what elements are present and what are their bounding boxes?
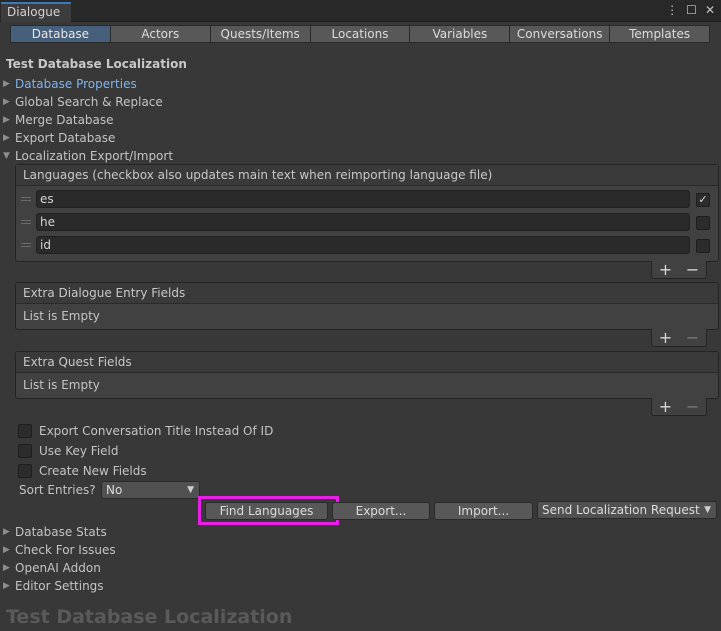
foldout-localization-export-import[interactable]: ▼ Localization Export/Import xyxy=(3,148,173,164)
sort-entries-label: Sort Entries? xyxy=(19,483,96,497)
expanded-arrow-icon: ▼ xyxy=(3,151,10,161)
languages-list-body: es ✓ he id xyxy=(16,186,718,259)
chevron-down-icon: ▼ xyxy=(187,485,194,495)
foldout-label: Editor Settings xyxy=(15,579,104,593)
collapsed-arrow-icon: ▶ xyxy=(3,545,10,555)
drag-handle-icon[interactable] xyxy=(21,220,31,224)
option-label: Use Key Field xyxy=(39,444,119,458)
window-controls: ⋮ ☐ ✕ xyxy=(666,3,715,17)
add-language-button[interactable]: + xyxy=(659,260,672,279)
extra-quest-fields-list: Extra Quest Fields List is Empty xyxy=(15,351,719,399)
foldout-database-properties[interactable]: ▶ Database Properties xyxy=(3,76,137,92)
list-empty-text: List is Empty xyxy=(23,378,100,392)
collapsed-arrow-icon: ▶ xyxy=(3,97,10,107)
foldout-export-database[interactable]: ▶ Export Database xyxy=(3,130,115,146)
option-export-conversation-title[interactable]: Export Conversation Title Instead Of ID xyxy=(18,423,273,439)
foldout-merge-database[interactable]: ▶ Merge Database xyxy=(3,112,114,128)
update-main-text-checkbox[interactable] xyxy=(696,216,710,230)
option-create-new-fields[interactable]: Create New Fields xyxy=(18,463,147,479)
tab-conversations[interactable]: Conversations xyxy=(509,25,610,43)
window-titlebar: Dialogue ⋮ ☐ ✕ xyxy=(0,0,721,22)
create-new-fields-checkbox[interactable] xyxy=(18,464,32,478)
kebab-menu-icon[interactable]: ⋮ xyxy=(666,3,678,17)
tab-actors[interactable]: Actors xyxy=(109,25,210,43)
tab-templates[interactable]: Templates xyxy=(609,25,711,43)
foldout-label: Merge Database xyxy=(15,113,114,127)
option-label: Create New Fields xyxy=(39,464,147,478)
checkmark-icon: ✓ xyxy=(698,193,708,206)
close-icon[interactable]: ✕ xyxy=(705,3,715,17)
window-tab-dialogue[interactable]: Dialogue xyxy=(1,2,71,22)
list-item: es ✓ xyxy=(16,188,718,211)
maximize-icon[interactable]: ☐ xyxy=(686,3,697,17)
update-main-text-checkbox[interactable]: ✓ xyxy=(696,193,710,207)
foldout-global-search-replace[interactable]: ▶ Global Search & Replace xyxy=(3,94,163,110)
extra-quest-fields-header: Extra Quest Fields xyxy=(16,352,718,373)
chevron-down-icon: ▼ xyxy=(704,505,711,515)
languages-list-header: Languages (checkbox also updates main te… xyxy=(16,165,718,186)
language-code-field[interactable]: he xyxy=(36,213,690,231)
tab-locations[interactable]: Locations xyxy=(309,25,410,43)
collapsed-arrow-icon: ▶ xyxy=(3,115,10,125)
drag-handle-icon[interactable] xyxy=(21,243,31,247)
remove-language-button[interactable]: − xyxy=(686,260,699,279)
sort-entries-value: No xyxy=(106,483,123,497)
language-code-field[interactable]: es xyxy=(36,190,690,208)
foldout-label: Global Search & Replace xyxy=(15,95,163,109)
export-title-checkbox[interactable] xyxy=(18,424,32,438)
tab-variables[interactable]: Variables xyxy=(409,25,510,43)
foldout-label: Localization Export/Import xyxy=(15,149,174,163)
foldout-database-stats[interactable]: ▶ Database Stats xyxy=(3,524,107,540)
extra-dialogue-entry-fields-header: Extra Dialogue Entry Fields xyxy=(16,283,718,304)
use-key-field-checkbox[interactable] xyxy=(18,444,32,458)
foldout-label: Database Stats xyxy=(15,525,107,539)
foldout-label: Export Database xyxy=(15,131,116,145)
extra-quest-fields-footer: + − xyxy=(651,397,707,416)
remove-dialogue-field-button[interactable]: − xyxy=(686,328,699,347)
option-label: Export Conversation Title Instead Of ID xyxy=(39,424,274,438)
foldout-editor-settings[interactable]: ▶ Editor Settings xyxy=(3,578,104,594)
find-languages-button[interactable]: Find Languages xyxy=(205,502,328,520)
collapsed-arrow-icon: ▶ xyxy=(3,581,10,591)
add-quest-field-button[interactable]: + xyxy=(659,397,672,416)
collapsed-arrow-icon: ▶ xyxy=(3,563,10,573)
collapsed-arrow-icon: ▶ xyxy=(3,79,10,89)
collapsed-arrow-icon: ▶ xyxy=(3,133,10,143)
editor-tab-bar: Database Actors Quests/Items Locations V… xyxy=(10,25,711,43)
collapsed-arrow-icon: ▶ xyxy=(3,527,10,537)
foldout-check-for-issues[interactable]: ▶ Check For Issues xyxy=(3,542,116,558)
languages-list-footer: + − xyxy=(651,260,707,279)
extra-dialogue-entry-fields-footer: + − xyxy=(651,328,707,347)
import-button[interactable]: Import... xyxy=(434,502,533,520)
foldout-openai-addon[interactable]: ▶ OpenAI Addon xyxy=(3,560,101,576)
languages-list: Languages (checkbox also updates main te… xyxy=(15,164,719,262)
drag-handle-icon[interactable] xyxy=(21,197,31,201)
update-main-text-checkbox[interactable] xyxy=(696,239,710,253)
list-empty-text: List is Empty xyxy=(23,309,100,323)
list-item: id xyxy=(16,234,718,257)
tab-quests-items[interactable]: Quests/Items xyxy=(209,25,310,43)
database-title: Test Database Localization xyxy=(6,57,187,71)
database-watermark-title: Test Database Localization xyxy=(6,606,293,628)
sort-entries-dropdown[interactable]: No ▼ xyxy=(101,481,200,499)
send-localization-request-label: Send Localization Request xyxy=(542,503,700,517)
list-item: he xyxy=(16,211,718,234)
foldout-label: OpenAI Addon xyxy=(15,561,101,575)
tab-database[interactable]: Database xyxy=(10,25,110,43)
export-button[interactable]: Export... xyxy=(332,502,430,520)
add-dialogue-field-button[interactable]: + xyxy=(659,328,672,347)
remove-quest-field-button[interactable]: − xyxy=(686,397,699,416)
option-use-key-field[interactable]: Use Key Field xyxy=(18,443,119,459)
extra-dialogue-entry-fields-list: Extra Dialogue Entry Fields List is Empt… xyxy=(15,282,719,330)
foldout-label: Database Properties xyxy=(15,77,137,91)
send-localization-request-dropdown[interactable]: Send Localization Request ▼ xyxy=(537,501,717,519)
foldout-label: Check For Issues xyxy=(15,543,116,557)
language-code-field[interactable]: id xyxy=(36,236,690,254)
